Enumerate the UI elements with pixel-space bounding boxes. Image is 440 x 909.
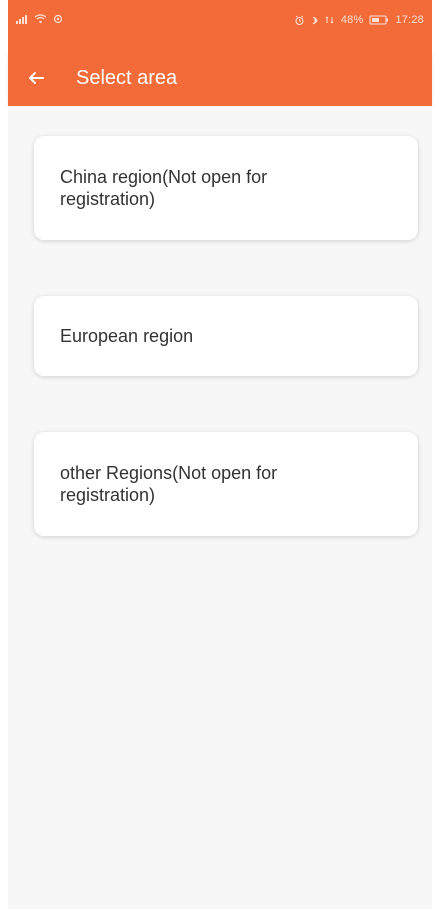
data-icon bbox=[325, 15, 335, 25]
battery-percent: 48% bbox=[340, 14, 364, 26]
alarm-icon bbox=[294, 15, 305, 26]
status-bar: 48% 17:28 bbox=[8, 0, 432, 50]
region-card-other[interactable]: other Regions(Not open for registration) bbox=[34, 432, 418, 536]
status-time: 17:28 bbox=[395, 14, 424, 26]
back-arrow-icon[interactable] bbox=[26, 68, 46, 88]
bluetooth-icon bbox=[311, 15, 319, 26]
region-list: China region(Not open for registration) … bbox=[8, 106, 432, 909]
battery-icon bbox=[369, 15, 389, 25]
location-icon bbox=[53, 14, 63, 24]
region-card-china[interactable]: China region(Not open for registration) bbox=[34, 136, 418, 240]
device-screen: 48% 17:28 Select area China region(Not o… bbox=[0, 0, 440, 909]
app-bar: Select area bbox=[8, 50, 432, 106]
page-title: Select area bbox=[76, 67, 178, 89]
region-label-china: China region(Not open for registration) bbox=[60, 167, 268, 209]
region-label-other: other Regions(Not open for registration) bbox=[60, 463, 278, 505]
status-left bbox=[16, 14, 63, 24]
region-label-european: European region bbox=[60, 326, 194, 346]
signal-icon bbox=[16, 14, 28, 24]
wifi-icon bbox=[34, 14, 47, 24]
status-right: 48% 17:28 bbox=[294, 14, 424, 26]
back-button[interactable] bbox=[20, 62, 52, 94]
region-card-european[interactable]: European region bbox=[34, 296, 418, 376]
